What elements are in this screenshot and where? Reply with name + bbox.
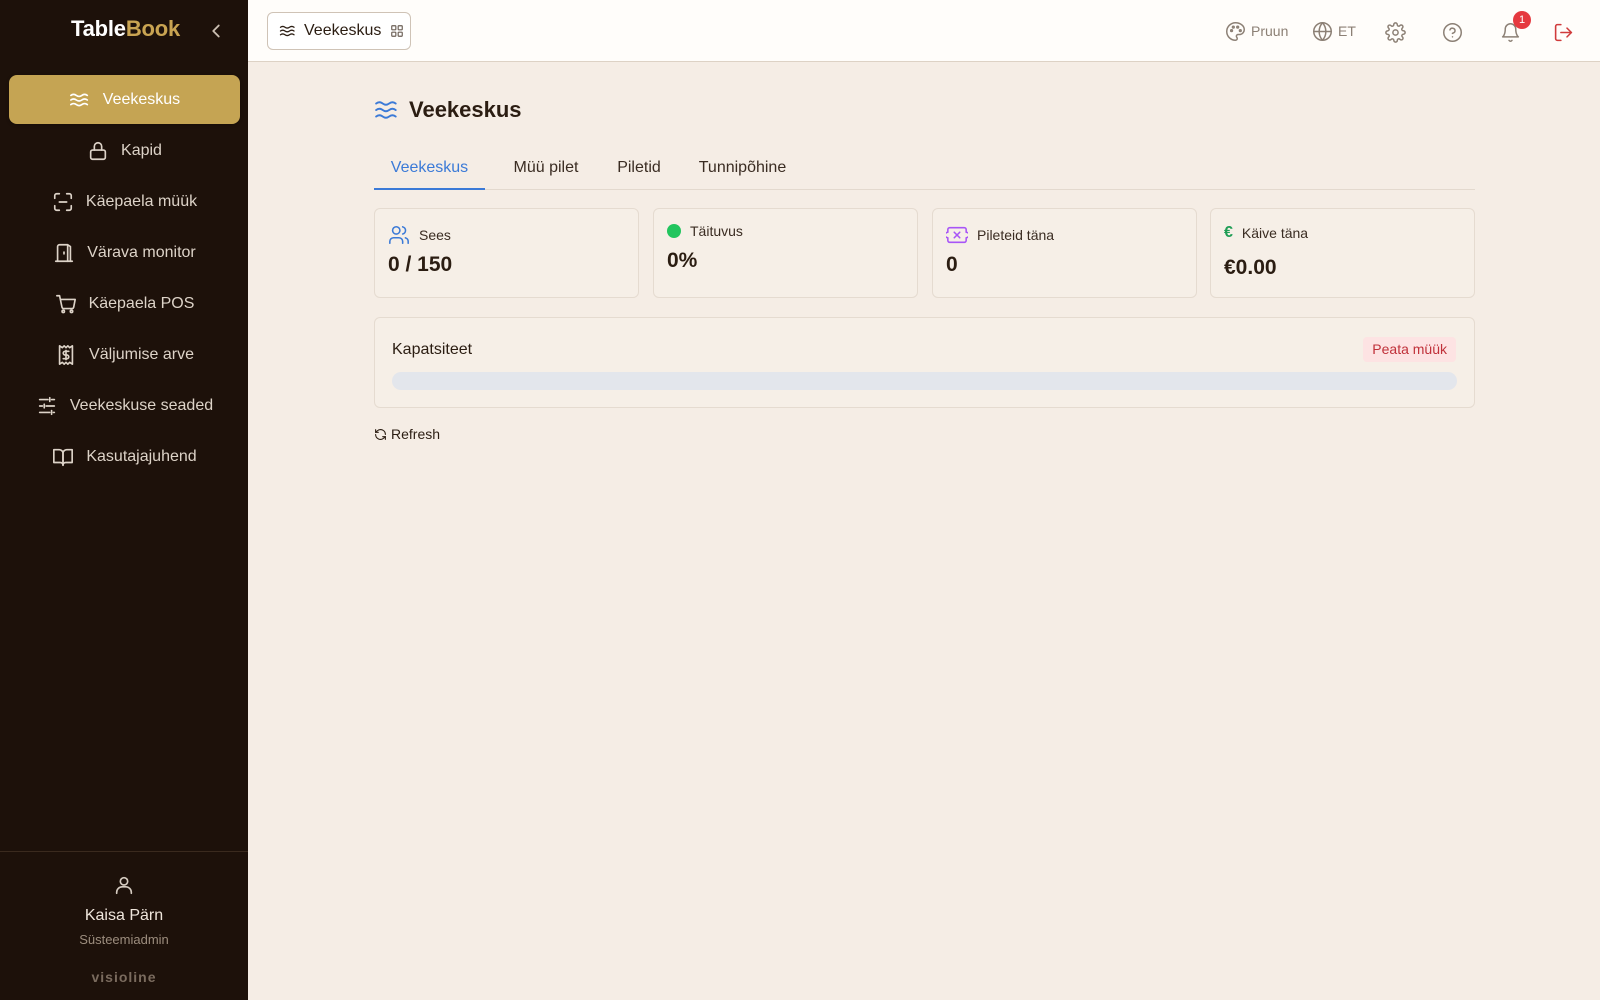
users-icon	[389, 225, 409, 245]
brand-logo-part2: Book	[125, 16, 181, 41]
stat-header: € Käive täna	[1224, 224, 1308, 242]
vendor-logo: visioline	[91, 969, 157, 985]
stat-label: Sees	[419, 227, 451, 243]
euro-icon: €	[1224, 224, 1233, 241]
stat-header: Sees	[388, 224, 451, 246]
sidebar-item-label: Kasutajajuhend	[86, 447, 197, 465]
sidebar-item-label: Kapid	[121, 141, 162, 159]
help-circle-icon	[1443, 22, 1462, 42]
sidebar-item-veekeskuse-seaded[interactable]: Veekeskuse seaded	[9, 381, 240, 430]
ticket-icon	[946, 226, 968, 244]
cart-icon	[55, 294, 76, 313]
help-button[interactable]	[1442, 19, 1463, 45]
tab-piletid[interactable]: Piletid	[606, 150, 672, 190]
brand-logo[interactable]: TableBook	[71, 16, 180, 42]
user-icon	[115, 876, 133, 895]
stat-header: Täituvus	[667, 223, 743, 239]
sidebar-footer: Kaisa Pärn Süsteemiadmin visioline	[0, 851, 248, 1000]
stat-label: Täituvus	[690, 223, 743, 239]
stat-card-pileteid-tana: Pileteid täna 0	[932, 208, 1197, 298]
tab-muu-pilet[interactable]: Müü pilet	[500, 150, 592, 190]
sidebar-item-label: Värava monitor	[87, 243, 196, 261]
sidebar-nav: Veekeskus Kapid Käepaela müük Värava mon…	[9, 75, 240, 483]
lock-icon	[89, 141, 107, 160]
logout-icon	[1554, 23, 1573, 41]
sidebar: TableBook Veekeskus Kapid Käepaela müük …	[0, 0, 248, 1000]
stat-header: Pileteid täna	[946, 224, 1054, 246]
refresh-button[interactable]: Refresh	[374, 426, 440, 442]
gear-icon	[1385, 21, 1406, 43]
sidebar-item-valjumise-arve[interactable]: Väljumise arve	[9, 330, 240, 379]
tab-bar: Veekeskus Müü pilet Piletid Tunnipõhine	[374, 150, 1475, 190]
sidebar-item-label: Käepaela POS	[88, 294, 195, 312]
user-name: Kaisa Pärn	[84, 907, 164, 924]
brand-logo-part1: Table	[71, 16, 126, 41]
sidebar-item-kaepaela-pos[interactable]: Käepaela POS	[9, 279, 240, 328]
brand-row: TableBook	[0, 0, 248, 62]
waves-icon	[69, 93, 88, 106]
collapse-sidebar-button[interactable]	[205, 20, 227, 42]
door-icon	[55, 243, 74, 262]
stat-card-taituvus: Täituvus 0%	[653, 208, 918, 298]
logout-button[interactable]	[1553, 19, 1574, 45]
stat-card-sees: Sees 0 / 150	[374, 208, 639, 298]
sliders-icon	[38, 396, 56, 415]
stop-sale-button[interactable]: Peata müük	[1363, 337, 1456, 362]
grid-icon	[391, 25, 404, 37]
module-switcher-label: Veekeskus	[304, 22, 382, 39]
book-icon	[53, 448, 74, 466]
sidebar-item-label: Veekeskuse seaded	[69, 396, 214, 414]
globe-icon	[1313, 21, 1332, 41]
settings-button[interactable]	[1385, 19, 1406, 45]
stat-card-kaive-tana: € Käive täna €0.00	[1210, 208, 1475, 298]
notification-badge: 1	[1513, 11, 1531, 29]
capacity-progress-bar	[392, 372, 1457, 390]
palette-icon	[1226, 21, 1245, 41]
scan-icon	[53, 192, 72, 211]
stat-label: Pileteid täna	[977, 227, 1055, 243]
sidebar-item-kapid[interactable]: Kapid	[9, 126, 240, 175]
stat-label: Käive täna	[1241, 225, 1309, 241]
stat-value: 0 / 150	[388, 253, 453, 276]
language-label: ET	[1338, 23, 1356, 39]
receipt-icon	[58, 344, 74, 365]
green-dot-icon	[667, 224, 681, 238]
chevron-left-icon	[212, 24, 220, 38]
capacity-title: Kapatsiteet	[392, 341, 473, 358]
sidebar-item-kasutajajuhend[interactable]: Kasutajajuhend	[9, 432, 240, 481]
sidebar-item-label: Käepaela müük	[85, 192, 198, 210]
theme-label: Pruun	[1251, 23, 1289, 39]
tab-veekeskus[interactable]: Veekeskus	[374, 150, 485, 190]
stat-value: 0%	[667, 249, 698, 272]
stat-value: 0	[946, 253, 958, 276]
module-switcher-button[interactable]: Veekeskus	[267, 12, 411, 50]
refresh-label: Refresh	[391, 426, 441, 442]
page-title-text: Veekeskus	[409, 97, 522, 122]
sidebar-item-varava-monitor[interactable]: Värava monitor	[9, 228, 240, 277]
sidebar-item-label: Väljumise arve	[89, 345, 194, 363]
sidebar-item-label: Veekeskus	[102, 90, 181, 108]
refresh-icon	[375, 428, 386, 440]
page-title: Veekeskus	[374, 97, 522, 123]
user-role: Süsteemiadmin	[79, 932, 169, 947]
capacity-card: Kapatsiteet Peata müük	[374, 317, 1475, 408]
sidebar-item-veekeskus[interactable]: Veekeskus	[9, 75, 240, 124]
theme-button[interactable]: Pruun	[1225, 18, 1288, 44]
waves-icon	[375, 101, 397, 119]
stat-value: €0.00	[1224, 256, 1277, 279]
tab-tunnipohine[interactable]: Tunnipõhine	[686, 150, 799, 190]
language-button[interactable]: ET	[1312, 18, 1356, 44]
waves-icon	[279, 25, 295, 37]
sidebar-item-kaepaela-muuk[interactable]: Käepaela müük	[9, 177, 240, 226]
